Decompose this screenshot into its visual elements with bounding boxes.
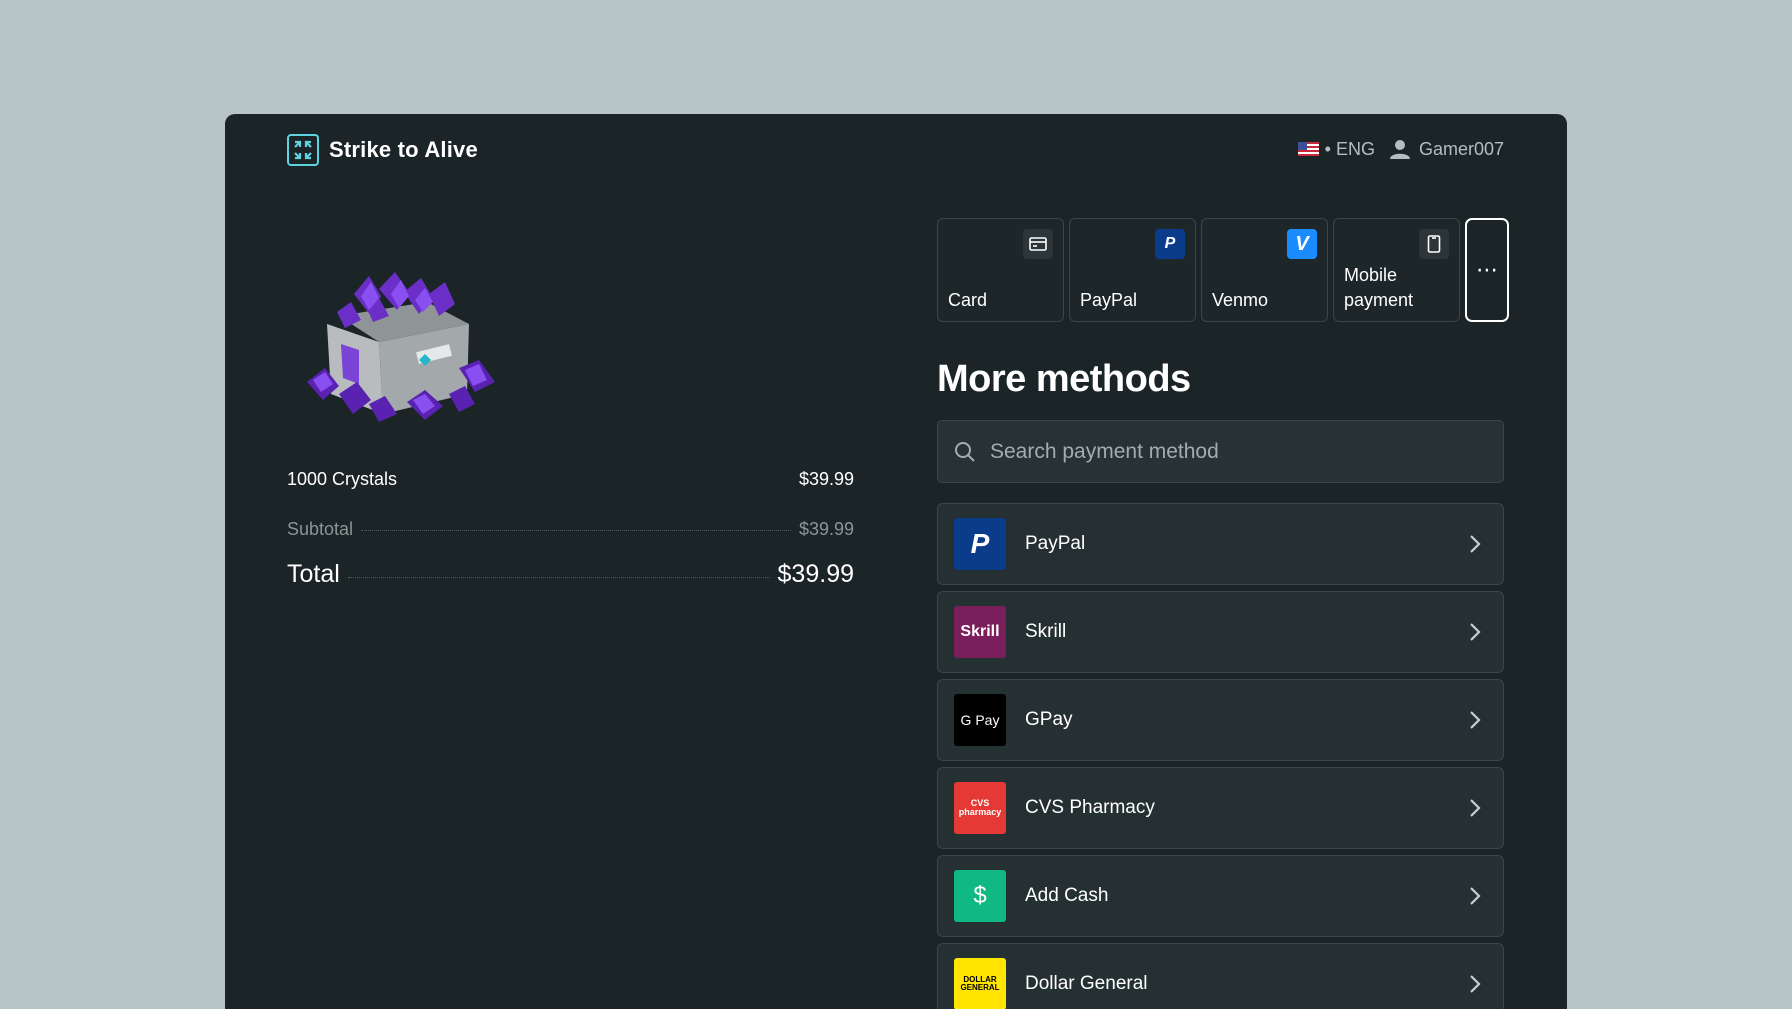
checkout-window: Strike to Alive • ENG Gamer007 1000 Crys… bbox=[225, 114, 1567, 1009]
subtotal-leader bbox=[361, 530, 791, 531]
payment-method-list: P PayPal Skrill Skrill G Pay GPay CVS ph… bbox=[937, 503, 1504, 1009]
total-value: $39.99 bbox=[777, 560, 854, 588]
app-name: Strike to Alive bbox=[329, 137, 478, 162]
crystals-box-image bbox=[307, 272, 495, 422]
user-icon bbox=[1389, 140, 1410, 159]
total-leader bbox=[347, 577, 770, 578]
payment-tabs: Card P PayPal V Venmo Mobile payment ⋯ bbox=[937, 218, 1509, 322]
paypal-icon: P bbox=[1155, 229, 1185, 259]
tab-paypal-label: PayPal bbox=[1080, 290, 1138, 310]
cvs-logo-icon: CVS pharmacy bbox=[954, 782, 1006, 834]
tab-card[interactable]: Card bbox=[937, 218, 1064, 322]
language-selector[interactable]: • ENG bbox=[1297, 138, 1375, 160]
tab-mobile-label: Mobile payment bbox=[1344, 265, 1414, 310]
tab-paypal[interactable]: P PayPal bbox=[1069, 218, 1196, 322]
more-methods-title: More methods bbox=[937, 358, 1191, 400]
method-skrill[interactable]: Skrill Skrill bbox=[937, 591, 1504, 673]
paypal-logo-icon: P bbox=[954, 518, 1006, 570]
username: Gamer007 bbox=[1418, 138, 1504, 159]
subtotal-label: Subtotal bbox=[287, 519, 354, 539]
add-cash-logo-icon: $ bbox=[954, 870, 1006, 922]
total-label: Total bbox=[287, 560, 340, 588]
chevron-right-icon bbox=[1470, 799, 1481, 817]
app-logo[interactable]: Strike to Alive bbox=[287, 134, 478, 166]
logo-icon bbox=[287, 134, 319, 166]
tab-mobile-payment[interactable]: Mobile payment bbox=[1333, 218, 1460, 322]
search-icon bbox=[955, 441, 975, 462]
search-input[interactable] bbox=[990, 439, 1470, 464]
us-flag-icon bbox=[1297, 142, 1319, 156]
chevron-right-icon bbox=[1470, 623, 1481, 641]
tab-venmo[interactable]: V Venmo bbox=[1201, 218, 1328, 322]
chevron-right-icon bbox=[1470, 535, 1481, 553]
order-item-row: 1000 Crystals $39.99 bbox=[287, 469, 854, 490]
skrill-logo-icon: Skrill bbox=[954, 606, 1006, 658]
method-label: Skrill bbox=[1025, 621, 1067, 642]
tab-venmo-label: Venmo bbox=[1212, 290, 1269, 310]
chevron-right-icon bbox=[1470, 711, 1481, 729]
venmo-icon: V bbox=[1287, 229, 1317, 259]
total-row: Total $39.99 bbox=[287, 560, 854, 589]
method-gpay[interactable]: G Pay GPay bbox=[937, 679, 1504, 761]
method-label: Dollar General bbox=[1025, 973, 1148, 994]
method-add-cash[interactable]: $ Add Cash bbox=[937, 855, 1504, 937]
method-paypal[interactable]: P PayPal bbox=[937, 503, 1504, 585]
mobile-icon bbox=[1419, 229, 1449, 259]
method-label: GPay bbox=[1025, 709, 1073, 730]
item-name: 1000 Crystals bbox=[287, 469, 398, 489]
method-label: CVS Pharmacy bbox=[1025, 797, 1155, 818]
subtotal-row: Subtotal $39.99 bbox=[287, 519, 854, 540]
method-label: PayPal bbox=[1025, 533, 1086, 554]
payment-search[interactable] bbox=[937, 420, 1504, 483]
dollar-general-logo-icon: DOLLAR GENERAL bbox=[954, 958, 1006, 1009]
method-cvs-pharmacy[interactable]: CVS pharmacy CVS Pharmacy bbox=[937, 767, 1504, 849]
chevron-right-icon bbox=[1470, 975, 1481, 993]
language-label: • ENG bbox=[1324, 138, 1375, 159]
more-methods-button[interactable]: ⋯ bbox=[1465, 218, 1509, 322]
method-dollar-general[interactable]: DOLLAR GENERAL Dollar General bbox=[937, 943, 1504, 1009]
user-menu[interactable]: Gamer007 bbox=[1389, 138, 1504, 160]
chevron-right-icon bbox=[1470, 887, 1481, 905]
header-controls: • ENG Gamer007 bbox=[1297, 138, 1504, 160]
card-icon bbox=[1023, 229, 1053, 259]
gpay-logo-icon: G Pay bbox=[954, 694, 1006, 746]
tab-card-label: Card bbox=[948, 290, 988, 310]
method-label: Add Cash bbox=[1025, 885, 1109, 906]
subtotal-value: $39.99 bbox=[798, 519, 854, 539]
item-price: $39.99 bbox=[798, 469, 854, 489]
ellipsis-icon: ⋯ bbox=[1476, 257, 1498, 282]
